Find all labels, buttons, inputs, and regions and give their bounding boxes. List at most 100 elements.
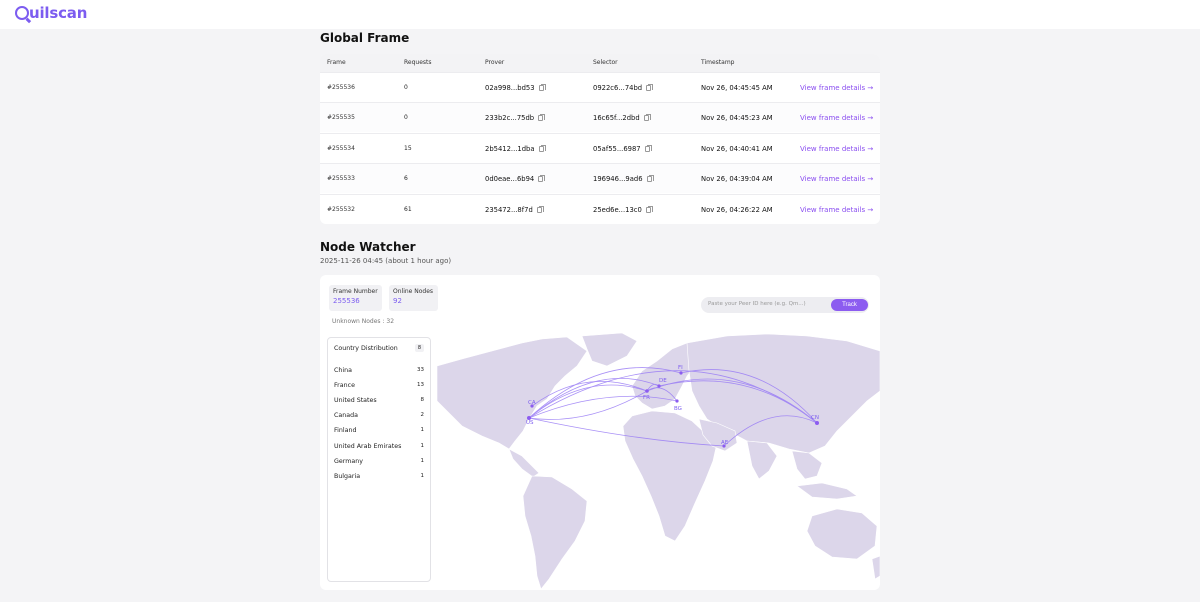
view-frame-details-link[interactable]: View frame details →: [800, 145, 873, 153]
global-frame-title: Global Frame: [320, 31, 410, 45]
label-fr: FR: [643, 395, 650, 401]
country-name: United States: [334, 397, 377, 405]
copy-icon[interactable]: [644, 144, 652, 152]
indonesia-land: [796, 482, 858, 500]
node-cn-marker: [815, 421, 819, 425]
country-name: Finland: [334, 427, 357, 435]
southeast-asia-land: [791, 450, 823, 480]
label-de: DE: [659, 378, 667, 384]
online-nodes-value: 92: [393, 297, 402, 305]
north-america-land: [437, 336, 588, 450]
logo-q-icon: [15, 6, 29, 20]
frame-id: #255535: [327, 114, 355, 122]
country-name: Canada: [334, 412, 358, 420]
col-timestamp: Timestamp: [701, 59, 735, 66]
node-fr-marker: [645, 389, 649, 393]
view-frame-details-link[interactable]: View frame details →: [800, 84, 873, 92]
copy-icon[interactable]: [538, 144, 546, 152]
col-frame: Frame: [327, 59, 346, 66]
track-button[interactable]: Track: [831, 299, 868, 311]
label-cn: CN: [811, 415, 819, 421]
label-ca: CA: [528, 400, 536, 406]
selector-hash: 0922c6...74bd: [593, 84, 643, 92]
top-bar: uilscan: [0, 0, 1200, 29]
node-bg-marker: [675, 399, 679, 403]
frame-number-stat: Frame Number 255536: [329, 285, 382, 311]
prover-hash: 0d0eae...6b94: [485, 175, 535, 184]
copy-icon[interactable]: [645, 205, 653, 213]
world-map: CA US FR DE FI BG AE CN: [437, 332, 880, 590]
quilscan-logo[interactable]: uilscan: [15, 4, 87, 22]
view-frame-details-link[interactable]: View frame details →: [800, 114, 873, 122]
prover-value: 0d0eae...6b94: [485, 175, 546, 184]
copy-icon[interactable]: [646, 175, 654, 183]
timestamp: Nov 26, 04:45:23 AM: [701, 114, 773, 123]
country-name: Bulgaria: [334, 472, 361, 480]
copy-icon[interactable]: [538, 84, 546, 91]
copy-icon[interactable]: [643, 114, 651, 122]
country-count: 1: [420, 472, 425, 479]
request-count: 0: [404, 114, 408, 122]
copy-icon[interactable]: [646, 84, 654, 91]
table-row: #255536 0 02a998...bd53 0922c6...74bd Nov 26…: [320, 72, 880, 102]
country-count: 13: [417, 382, 424, 389]
country-item: United Arab Emirates 1: [334, 443, 424, 450]
peer-id-placeholder: Paste your Peer ID here (e.g. Qm...): [708, 301, 806, 307]
copy-icon[interactable]: [538, 114, 546, 122]
table-row: #255535 0 233b2c...75db 16c65f...2dbd Nov 26…: [320, 102, 880, 133]
south-america-land: [522, 475, 588, 590]
frame-id: #255534: [327, 144, 355, 152]
country-name: Germany: [334, 457, 363, 465]
prover-value: 235472...8f7d: [485, 205, 544, 214]
country-item: Germany 1: [334, 458, 424, 465]
country-item: France 13: [334, 382, 424, 389]
country-item: China 33: [334, 367, 424, 374]
country-name: United Arab Emirates: [334, 442, 402, 450]
node-fi-marker: [679, 371, 683, 375]
label-ae: AE: [721, 440, 729, 446]
unknown-nodes: Unknown Nodes : 32: [332, 318, 395, 325]
selector-value: 196946...9ad6: [593, 175, 654, 183]
timestamp: Nov 26, 04:40:41 AM: [701, 144, 773, 153]
greenland-land: [581, 332, 638, 367]
distribution-count-badge: 8: [415, 344, 424, 352]
new-zealand-land: [871, 555, 880, 580]
node-de-marker: [657, 384, 661, 388]
view-frame-details-link[interactable]: View frame details →: [800, 206, 873, 214]
col-requests: Requests: [404, 59, 432, 66]
table-row: #255534 15 2b5412...1dba 05af55...6987 Nov 2…: [320, 132, 880, 163]
frames-table: Frame Requests Prover Selector Timestamp…: [320, 54, 880, 224]
selector-value: 16c65f...2dbd: [593, 114, 651, 122]
country-count: 8: [420, 397, 425, 404]
online-nodes-stat: Online Nodes 92: [389, 285, 438, 311]
copy-icon[interactable]: [536, 205, 544, 213]
timestamp: Nov 26, 04:39:04 AM: [701, 175, 773, 184]
frame-number-label: Frame Number: [333, 288, 378, 295]
prover-hash: 2b5412...1dba: [485, 144, 535, 153]
selector-hash: 25ed6e...13c0: [593, 205, 642, 214]
india-land: [746, 440, 778, 480]
country-count: 33: [417, 367, 424, 373]
table-row: #255532 61 235472...8f7d 25ed6e...13c0 Nov 2…: [320, 193, 880, 224]
label-fi: FI: [678, 365, 683, 371]
timestamp: Nov 26, 04:45:45 AM: [701, 84, 773, 92]
request-count: 6: [404, 175, 408, 183]
copy-icon[interactable]: [538, 175, 546, 183]
request-count: 0: [404, 84, 408, 91]
prover-hash: 02a998...bd53: [485, 84, 535, 92]
country-item: Canada 2: [334, 412, 424, 419]
country-item: Finland 1: [334, 427, 424, 434]
node-watcher-date: 2025-11-26 04:45 (about 1 hour ago): [320, 257, 452, 265]
node-watcher-card: Frame Number 255536 Online Nodes 92 Unkn…: [320, 275, 880, 590]
view-frame-details-link[interactable]: View frame details →: [800, 175, 873, 183]
frame-id: #255536: [327, 84, 355, 91]
logo-text: uilscan: [29, 4, 88, 22]
frame-id: #255533: [327, 175, 355, 183]
label-bg: BG: [674, 406, 682, 412]
selector-value: 25ed6e...13c0: [593, 205, 653, 214]
table-row: #255533 6 0d0eae...6b94 196946...9ad6 Nov 26…: [320, 163, 880, 194]
label-us: US: [526, 420, 534, 426]
prover-hash: 235472...8f7d: [485, 205, 533, 214]
timestamp: Nov 26, 04:26:22 AM: [701, 205, 773, 214]
country-distribution-panel: Country Distribution 8 China 33 France 13 Un…: [327, 337, 431, 582]
